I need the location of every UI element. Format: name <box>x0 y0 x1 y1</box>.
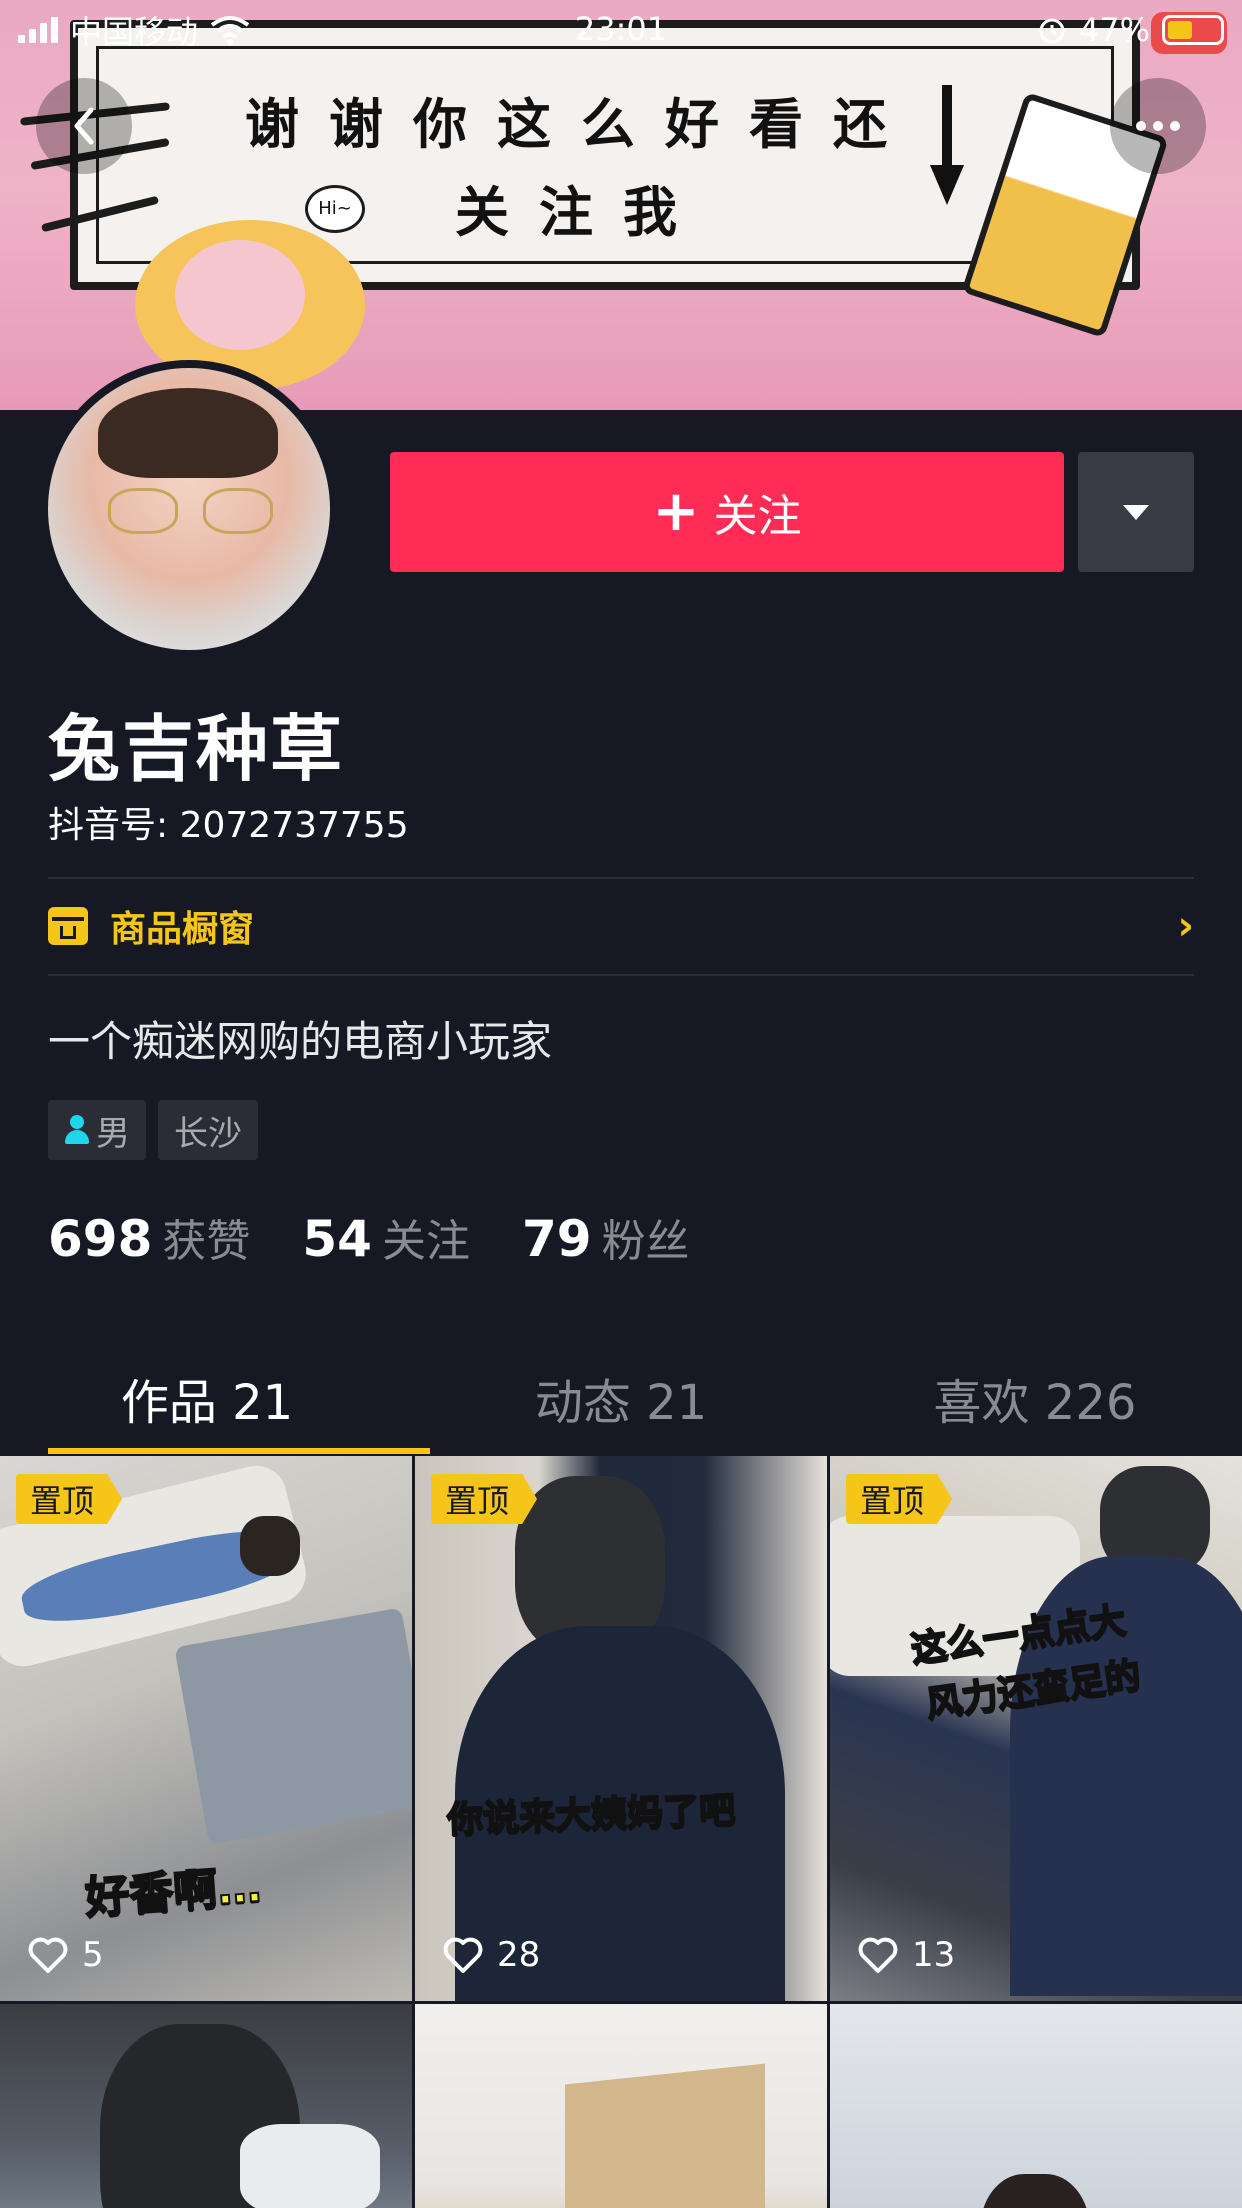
video-thumbnail[interactable] <box>0 2004 412 2208</box>
divider <box>48 974 1194 976</box>
tab-works[interactable]: 作品 21 <box>0 1340 414 1456</box>
shop-window-label: 商品橱窗 <box>110 909 255 950</box>
video-likes: 13 <box>858 1935 955 1975</box>
person-icon <box>64 1115 90 1145</box>
heart-icon <box>443 1937 483 1973</box>
video-likes-count: 5 <box>82 1935 104 1975</box>
down-arrow-icon <box>930 85 964 205</box>
banner-text-line1: 谢谢你这么好看还 <box>245 92 917 156</box>
pinned-badge: 置顶 <box>846 1474 953 1524</box>
plus-icon: + <box>652 479 700 544</box>
pinned-badge: 置顶 <box>431 1474 538 1524</box>
video-caption: 好香啊… <box>83 1860 264 1925</box>
profile-name: 兔吉种草 <box>48 707 345 791</box>
more-button[interactable] <box>1110 78 1206 174</box>
profile-page: 谢谢你这么好看还 关注我 Hi~ 中国移动 23:01 47% + 关注 兔吉种… <box>0 0 1242 2208</box>
video-thumbnail[interactable]: 置顶 这么一点点大 风力还蛮足的 13 <box>830 1456 1242 2001</box>
profile-stats: 698 获赞 54 关注 79 粉丝 <box>48 1205 690 1269</box>
more-dots-icon <box>1136 121 1180 131</box>
content-tabs: 作品 21 动态 21 喜欢 226 <box>0 1340 1242 1456</box>
gender-tag: 男 <box>48 1100 146 1160</box>
video-caption: 你说来大姨妈了吧 <box>445 1789 736 1842</box>
video-likes-count: 13 <box>912 1935 956 1975</box>
fans-count: 79 <box>521 1210 592 1268</box>
avatar[interactable] <box>40 360 338 658</box>
gender-label: 男 <box>96 1113 130 1154</box>
fans-label: 粉丝 <box>601 1216 690 1267</box>
pinned-badge: 置顶 <box>16 1474 123 1524</box>
recommend-dropdown-button[interactable] <box>1078 452 1194 572</box>
video-likes: 5 <box>28 1935 104 1975</box>
heart-icon <box>28 1937 68 1973</box>
stat-fans[interactable]: 79 粉丝 <box>522 1205 690 1269</box>
following-label: 关注 <box>381 1216 470 1267</box>
stat-likes: 698 获赞 <box>48 1205 250 1269</box>
battery-icon <box>1151 12 1227 54</box>
video-likes-count: 28 <box>497 1935 541 1975</box>
chevron-right-icon: › <box>1177 903 1194 949</box>
likes-label: 获赞 <box>162 1216 251 1267</box>
following-count: 54 <box>302 1210 372 1268</box>
active-tab-indicator <box>48 1448 430 1454</box>
city-tag: 长沙 <box>158 1100 258 1160</box>
banner-hi-bubble: Hi~ <box>305 185 365 233</box>
stat-following[interactable]: 54 关注 <box>302 1205 470 1269</box>
shop-window-row[interactable]: 商品橱窗 › <box>48 878 1194 974</box>
back-button[interactable] <box>36 78 132 174</box>
chevron-down-icon <box>1123 504 1149 520</box>
video-thumbnail[interactable] <box>830 2004 1242 2208</box>
video-grid: 置顶 好香啊… 5 置顶 你说来大姨妈了吧 28 置顶 这么一点点大 风力还蛮足… <box>0 1456 1242 2208</box>
likes-count: 698 <box>48 1210 153 1268</box>
shop-icon <box>48 907 88 945</box>
avatar-image <box>48 368 330 650</box>
profile-tags: 男 长沙 <box>48 1100 258 1160</box>
video-likes: 28 <box>443 1935 540 1975</box>
tab-dynamics[interactable]: 动态 21 <box>414 1340 828 1456</box>
video-thumbnail[interactable]: 置顶 好香啊… 5 <box>0 1456 412 2001</box>
douyin-id: 抖音号: 2072737755 <box>48 805 409 846</box>
status-bar: 中国移动 23:01 47% <box>0 0 1242 60</box>
profile-banner[interactable]: 谢谢你这么好看还 关注我 Hi~ <box>0 0 1242 410</box>
status-time: 23:01 <box>574 10 668 48</box>
video-thumbnail[interactable] <box>415 2004 827 2208</box>
profile-bio: 一个痴迷网购的电商小玩家 <box>48 1017 553 1066</box>
city-label: 长沙 <box>174 1113 242 1154</box>
heart-icon <box>858 1937 898 1973</box>
follow-label: 关注 <box>713 491 802 542</box>
back-arrow-icon <box>74 107 94 145</box>
follow-button[interactable]: + 关注 <box>390 452 1064 572</box>
video-thumbnail[interactable]: 置顶 你说来大姨妈了吧 28 <box>415 1456 827 2001</box>
tab-likes[interactable]: 喜欢 226 <box>828 1340 1242 1456</box>
